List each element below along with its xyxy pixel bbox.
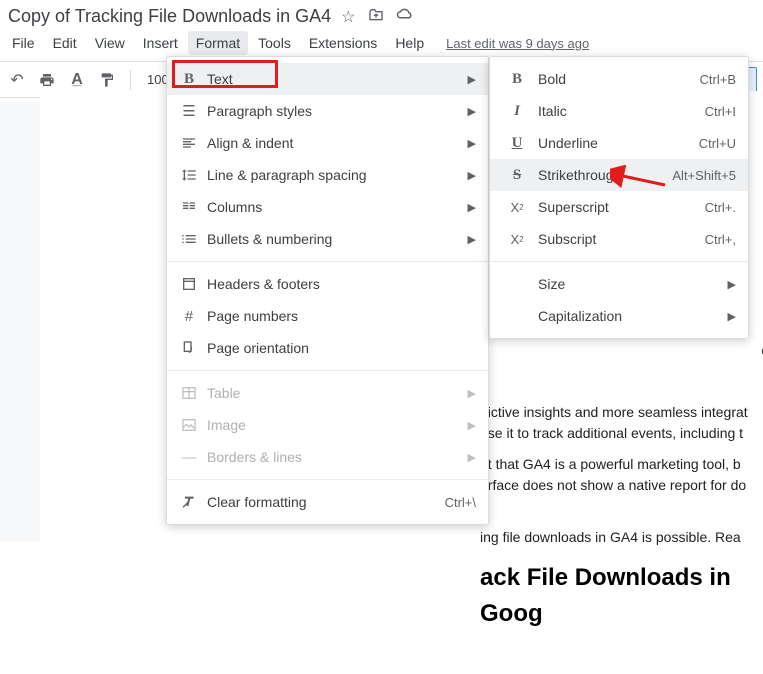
text-submenu: B Bold Ctrl+B I Italic Ctrl+I U Underlin… bbox=[489, 56, 749, 339]
paint-format-icon[interactable] bbox=[96, 69, 118, 91]
format-image: Image ▶ bbox=[167, 409, 488, 441]
clear-format-icon bbox=[175, 494, 203, 510]
bold-icon: B bbox=[175, 71, 203, 88]
borders-icon: — bbox=[175, 449, 203, 466]
format-page-orientation[interactable]: Page orientation bbox=[167, 332, 488, 364]
align-icon bbox=[175, 135, 203, 151]
chevron-right-icon: ▶ bbox=[468, 73, 476, 86]
format-bullets-numbering[interactable]: Bullets & numbering ▶ bbox=[167, 223, 488, 255]
format-borders-lines: — Borders & lines ▶ bbox=[167, 441, 488, 473]
paragraph-icon: ☰ bbox=[175, 102, 203, 120]
format-text[interactable]: B Text ▶ bbox=[167, 63, 488, 95]
italic-icon: I bbox=[504, 103, 530, 120]
text-capitalization[interactable]: Capitalization ▶ bbox=[490, 300, 748, 332]
spacing-icon bbox=[175, 167, 203, 183]
chevron-right-icon: ▶ bbox=[728, 310, 736, 323]
orientation-icon bbox=[175, 340, 203, 356]
chevron-right-icon: ▶ bbox=[468, 233, 476, 246]
format-columns[interactable]: Columns ▶ bbox=[167, 191, 488, 223]
text-underline[interactable]: U Underline Ctrl+U bbox=[490, 127, 748, 159]
title-bar: Copy of Tracking File Downloads in GA4 ☆ bbox=[0, 0, 763, 29]
chevron-right-icon: ▶ bbox=[468, 137, 476, 150]
headers-footers-icon bbox=[175, 276, 203, 292]
text-size[interactable]: Size ▶ bbox=[490, 268, 748, 300]
text-bold[interactable]: B Bold Ctrl+B bbox=[490, 63, 748, 95]
star-icon[interactable]: ☆ bbox=[341, 7, 355, 27]
hash-icon: # bbox=[175, 308, 203, 325]
undo-icon[interactable]: ↷ bbox=[6, 69, 28, 91]
chevron-right-icon: ▶ bbox=[468, 451, 476, 464]
format-headers-footers[interactable]: Headers & footers bbox=[167, 268, 488, 300]
menu-help[interactable]: Help bbox=[387, 31, 432, 55]
menu-format[interactable]: Format bbox=[188, 31, 248, 55]
superscript-icon: X2 bbox=[504, 200, 530, 215]
chevron-right-icon: ▶ bbox=[468, 419, 476, 432]
chevron-right-icon: ▶ bbox=[468, 169, 476, 182]
format-dropdown: B Text ▶ ☰ Paragraph styles ▶ Align & in… bbox=[166, 56, 489, 525]
cloud-icon[interactable] bbox=[396, 7, 414, 27]
subscript-icon: X2 bbox=[504, 232, 530, 247]
bold-icon: B bbox=[504, 71, 530, 88]
format-paragraph-styles[interactable]: ☰ Paragraph styles ▶ bbox=[167, 95, 488, 127]
menu-file[interactable]: File bbox=[4, 31, 43, 55]
chevron-right-icon: ▶ bbox=[728, 278, 736, 291]
spellcheck-icon[interactable]: A̲ bbox=[66, 69, 88, 91]
format-page-numbers[interactable]: # Page numbers bbox=[167, 300, 488, 332]
table-icon bbox=[175, 385, 203, 401]
chevron-right-icon: ▶ bbox=[468, 201, 476, 214]
menu-insert[interactable]: Insert bbox=[135, 31, 186, 55]
bullets-icon bbox=[175, 231, 203, 247]
last-edit-link[interactable]: Last edit was 9 days ago bbox=[446, 36, 589, 51]
format-clear-formatting[interactable]: Clear formatting Ctrl+\ bbox=[167, 486, 488, 518]
strikethrough-icon: S bbox=[504, 167, 530, 184]
menu-edit[interactable]: Edit bbox=[45, 31, 85, 55]
document-title[interactable]: Copy of Tracking File Downloads in GA4 bbox=[8, 6, 331, 27]
menu-tools[interactable]: Tools bbox=[250, 31, 299, 55]
format-align-indent[interactable]: Align & indent ▶ bbox=[167, 127, 488, 159]
menu-view[interactable]: View bbox=[87, 31, 133, 55]
format-line-spacing[interactable]: Line & paragraph spacing ▶ bbox=[167, 159, 488, 191]
menu-extensions[interactable]: Extensions bbox=[301, 31, 385, 55]
move-icon[interactable] bbox=[368, 7, 384, 27]
text-subscript[interactable]: X2 Subscript Ctrl+, bbox=[490, 223, 748, 255]
chevron-right-icon: ▶ bbox=[468, 387, 476, 400]
text-superscript[interactable]: X2 Superscript Ctrl+. bbox=[490, 191, 748, 223]
columns-icon bbox=[175, 199, 203, 215]
format-table: Table ▶ bbox=[167, 377, 488, 409]
chevron-right-icon: ▶ bbox=[468, 105, 476, 118]
underline-icon: U bbox=[504, 135, 530, 152]
text-italic[interactable]: I Italic Ctrl+I bbox=[490, 95, 748, 127]
print-icon[interactable] bbox=[36, 69, 58, 91]
image-icon bbox=[175, 417, 203, 433]
text-strikethrough[interactable]: S Strikethrough Alt+Shift+5 bbox=[490, 159, 748, 191]
